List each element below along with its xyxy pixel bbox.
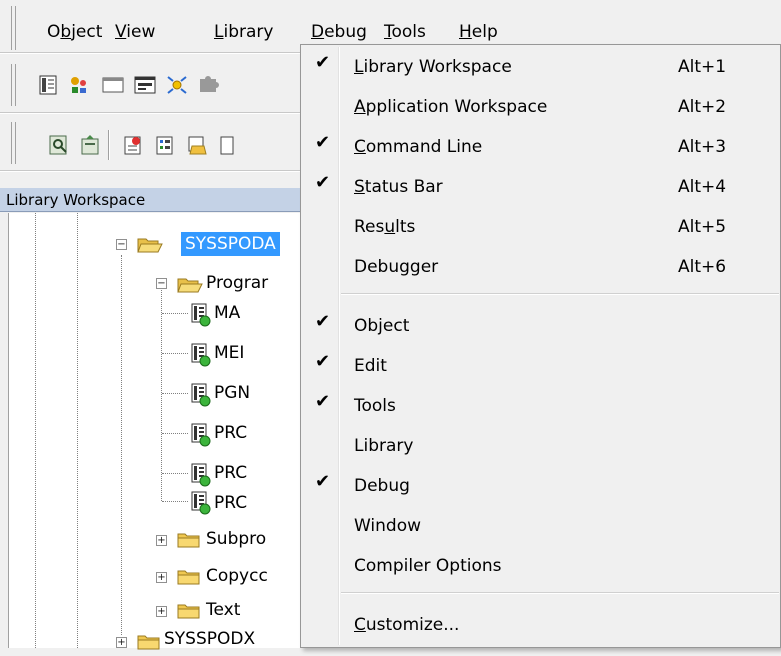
tree-item-program[interactable]: MA (214, 301, 240, 325)
tree-item-program[interactable]: PRC (214, 421, 247, 445)
menu-item-status-bar[interactable]: ✔ Status Bar Alt+4 (303, 167, 778, 207)
shortcut-label: Alt+1 (678, 57, 727, 77)
check-icon: ✔ (315, 311, 331, 332)
check-icon: ✔ (315, 471, 331, 492)
tree-guide-line (121, 255, 122, 635)
tree-item-library[interactable]: SYSSPODX (164, 627, 255, 651)
folder-icon (177, 531, 201, 549)
menu-item-results[interactable]: Results Alt+5 (303, 207, 778, 247)
object-new-icon[interactable] (120, 132, 146, 158)
expand-toggle[interactable]: + (156, 572, 167, 583)
library-open-icon[interactable] (78, 132, 104, 158)
tree-item-text[interactable]: Text (206, 598, 240, 622)
menu-item-window[interactable]: Window (303, 506, 778, 546)
program-icon (190, 383, 211, 407)
object-folder-icon[interactable] (184, 132, 210, 158)
tree-item-program[interactable]: PRC (214, 461, 247, 485)
menu-item-tools[interactable]: ✔ Tools (303, 386, 778, 426)
toolbar-divider (108, 130, 110, 160)
window-icon[interactable] (100, 72, 126, 98)
shortcut-label: Alt+6 (678, 257, 727, 277)
source-icon[interactable] (35, 72, 61, 98)
menu-item-debugger[interactable]: Debugger Alt+6 (303, 247, 778, 287)
menu-item-customize[interactable]: Customize... (303, 605, 778, 645)
menu-object[interactable]: Object (47, 18, 102, 46)
tree-item-library[interactable]: SYSSPODA (181, 232, 280, 256)
toolbar-separator (0, 170, 330, 172)
check-icon: ✔ (315, 351, 331, 372)
objects-icon[interactable] (66, 72, 92, 98)
debug-star-icon[interactable] (164, 72, 190, 98)
library-workspace-header: Library Workspace (0, 188, 300, 212)
menu-separator (341, 592, 779, 594)
menu-item-object[interactable]: ✔ Object (303, 306, 778, 346)
shortcut-label: Alt+5 (678, 217, 727, 237)
shortcut-label: Alt+3 (678, 137, 727, 157)
collapse-toggle[interactable]: − (116, 239, 127, 250)
library-tree: − SYSSPODA − Prograr MA MEI PGN PRC PRC … (8, 213, 300, 651)
program-icon (190, 463, 211, 487)
expand-toggle[interactable]: + (156, 535, 167, 546)
toolbar-grip[interactable] (11, 122, 16, 164)
tree-item-program[interactable]: MEI (214, 341, 244, 365)
program-icon (190, 491, 211, 515)
check-icon: ✔ (315, 172, 331, 193)
folder-icon (137, 633, 161, 651)
object-extra-icon[interactable] (214, 132, 240, 158)
program-icon (190, 343, 211, 367)
puzzle-icon[interactable] (196, 72, 222, 98)
check-icon: ✔ (315, 52, 331, 73)
folder-open-icon (137, 235, 163, 253)
menu-item-compiler-options[interactable]: Compiler Options (303, 546, 778, 586)
program-icon (190, 423, 211, 447)
check-icon: ✔ (315, 132, 331, 153)
menu-item-debug[interactable]: ✔ Debug (303, 466, 778, 506)
menu-library[interactable]: Library (214, 18, 273, 46)
menu-item-edit[interactable]: ✔ Edit (303, 346, 778, 386)
shortcut-label: Alt+2 (678, 97, 727, 117)
tree-item-program[interactable]: PGN (214, 381, 250, 405)
menu-help[interactable]: Help (459, 18, 498, 46)
folder-open-icon (177, 275, 203, 293)
menu-view[interactable]: View (115, 18, 155, 46)
folder-icon (177, 568, 201, 586)
menu-tools[interactable]: Tools (384, 18, 426, 46)
menu-item-library[interactable]: Library (303, 426, 778, 466)
toolbar-separator (0, 112, 330, 114)
menubar-grip[interactable] (11, 6, 16, 50)
form-icon[interactable] (132, 72, 158, 98)
shortcut-label: Alt+4 (678, 177, 727, 197)
menu-item-application-workspace[interactable]: Application Workspace Alt+2 (303, 87, 778, 127)
menu-item-library-workspace[interactable]: ✔ Library Workspace Alt+1 (303, 47, 778, 87)
menu-debug[interactable]: Debug (311, 18, 367, 46)
menu-item-command-line[interactable]: ✔ Command Line Alt+3 (303, 127, 778, 167)
program-icon (190, 303, 211, 327)
tree-item-program[interactable]: PRC (214, 491, 247, 515)
check-icon: ✔ (315, 391, 331, 412)
folder-icon (177, 602, 201, 620)
expand-toggle[interactable]: + (116, 637, 127, 648)
library-workspace-panel: − SYSSPODA − Prograr MA MEI PGN PRC PRC … (0, 213, 300, 651)
tree-guide-line (35, 213, 36, 648)
tree-guide-line (77, 213, 78, 648)
toolbar-library (0, 116, 330, 170)
toolbar-object (0, 58, 330, 112)
collapse-toggle[interactable]: − (156, 278, 167, 289)
tree-guide-line (161, 283, 162, 501)
tree-item-subprograms[interactable]: Subpro (206, 527, 266, 551)
library-search-icon[interactable] (46, 132, 72, 158)
expand-toggle[interactable]: + (156, 606, 167, 617)
tree-item-programs[interactable]: Prograr (206, 271, 268, 295)
tree-item-copycode[interactable]: Copycc (206, 564, 268, 588)
menu-separator (341, 293, 779, 295)
view-menu-dropdown: ✔ Library Workspace Alt+1 Application Wo… (300, 44, 781, 648)
toolbar-grip[interactable] (11, 64, 16, 106)
object-list-icon[interactable] (152, 132, 178, 158)
